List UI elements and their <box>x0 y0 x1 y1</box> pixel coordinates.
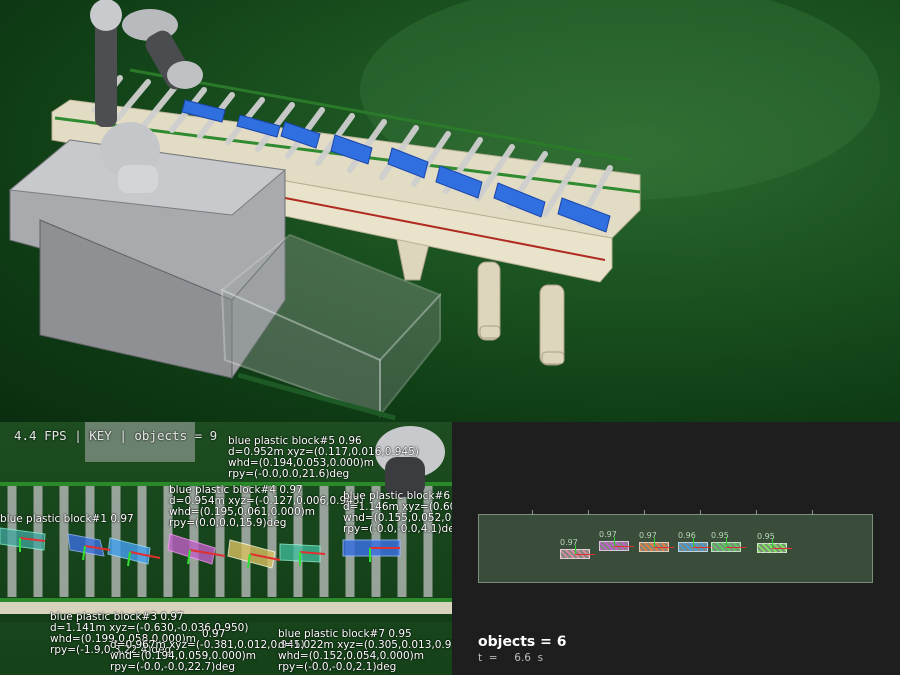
map-object-x-axis <box>614 546 634 547</box>
detection-label-6: blue plastic block#6 0. d=1.146m xyz=(0.… <box>343 490 452 535</box>
map-object-x-axis <box>575 554 595 555</box>
map-object-y-axis <box>693 538 694 547</box>
conveyor-scene <box>8 0 880 421</box>
conveyor-belt-map <box>478 514 873 583</box>
map-object-x-axis <box>654 547 674 548</box>
belt-tick <box>532 510 533 515</box>
objects-count: objects = 6 <box>478 634 567 650</box>
detection-label-5: blue plastic block#5 0.96 d=0.952m xyz=(… <box>228 435 419 480</box>
fps-status: 4.4 FPS | KEY | objects = 9 <box>14 428 218 443</box>
belt-tick <box>700 510 701 515</box>
map-object-x-axis <box>726 547 746 548</box>
detection-label-4: blue plastic block#4 0.97 d=0.954m xyz=(… <box>169 484 364 529</box>
map-object-y-axis <box>726 538 727 547</box>
map-object-y-axis <box>772 539 773 548</box>
belt-tick <box>588 510 589 515</box>
map-object-y-axis <box>575 545 576 554</box>
belt-tick <box>644 510 645 515</box>
detection-label-2: 0.97 d=0.967m xyz=(-0.381,0.012,0.945) w… <box>110 628 305 673</box>
map-object-y-axis <box>614 537 615 546</box>
belt-tick <box>756 510 757 515</box>
map-object-x-axis <box>693 547 713 548</box>
detection-label-1: blue plastic block#1 0.97 <box>0 513 134 525</box>
camera-detection-panel: 4.4 FPS | KEY | objects = 9 blue plastic… <box>0 422 452 675</box>
sim-time: t = 6.6 s <box>478 652 544 664</box>
belt-tick <box>812 510 813 515</box>
detection-label-7: blue plastic block#7 0.95 d=1.022m xyz=(… <box>278 628 452 673</box>
simulation-viewport <box>0 0 900 422</box>
map-object-x-axis <box>772 548 792 549</box>
map-object-y-axis <box>654 538 655 547</box>
detected-block-2[interactable] <box>67 533 105 557</box>
